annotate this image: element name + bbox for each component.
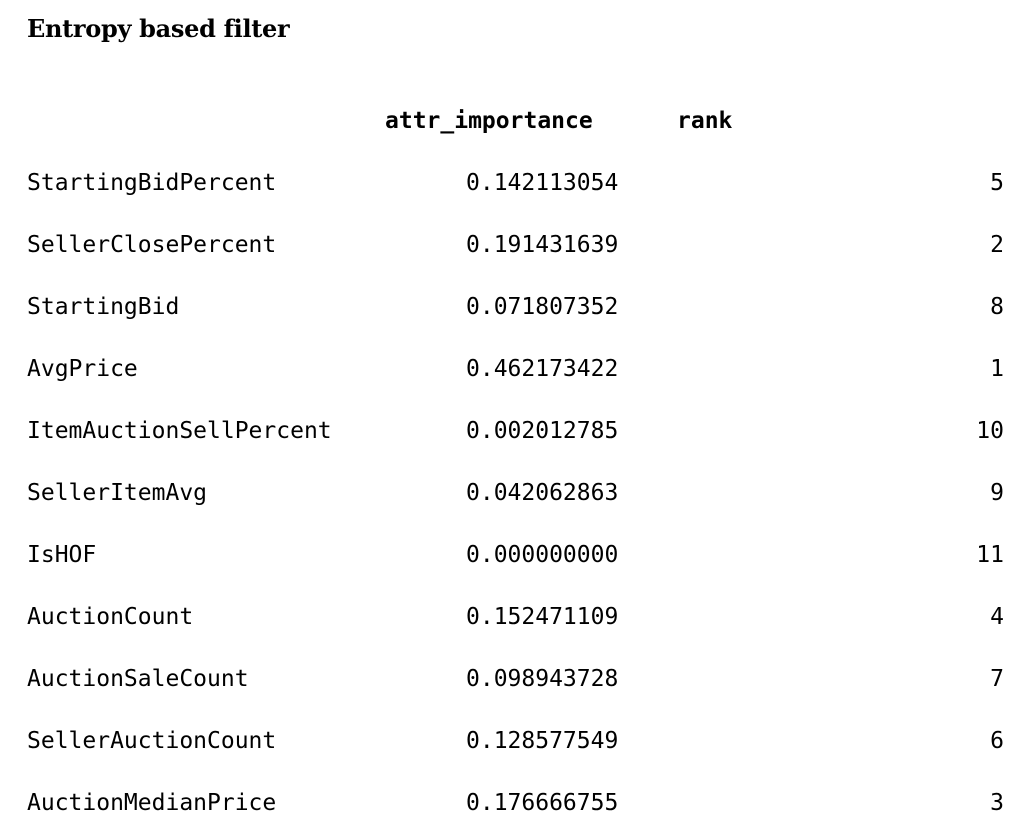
attr-importance-value: 0.042062863 [466,480,619,506]
attribute-name: IsHOF [27,542,97,568]
table-row: StartingBidPercent 0.142113054 5 [0,170,1036,210]
table-row: ItemAuctionSellPercent 0.002012785 10 [0,418,1036,458]
table-row: AuctionMedianPrice 0.176666755 3 [0,790,1036,830]
table-row: AuctionSaleCount 0.098943728 7 [0,666,1036,706]
table-row: AvgPrice 0.462173422 1 [0,356,1036,396]
table-row: SellerItemAvg 0.042062863 9 [0,480,1036,520]
page-title: Entropy based filter [27,14,290,43]
table-row: SellerClosePercent 0.191431639 2 [0,232,1036,272]
rank-value: 1 [990,356,1004,382]
attribute-name: AuctionCount [27,604,194,630]
attr-importance-value: 0.462173422 [466,356,619,382]
attr-importance-value: 0.000000000 [466,542,619,568]
rank-value: 10 [976,418,1004,444]
column-header-rank: rank [677,108,733,134]
attribute-name: AuctionSaleCount [27,666,249,692]
rank-value: 8 [990,294,1004,320]
attribute-name: StartingBid [27,294,180,320]
attr-importance-value: 0.152471109 [466,604,619,630]
attr-importance-value: 0.176666755 [466,790,619,816]
rank-value: 9 [990,480,1004,506]
attr-importance-value: 0.128577549 [466,728,619,754]
table-row: IsHOF 0.000000000 11 [0,542,1036,582]
attribute-name: ItemAuctionSellPercent [27,418,332,444]
attribute-name: SellerAuctionCount [27,728,277,754]
rank-value: 3 [990,790,1004,816]
attr-importance-value: 0.191431639 [466,232,619,258]
rank-value: 6 [990,728,1004,754]
rank-value: 2 [990,232,1004,258]
table-row: SellerAuctionCount 0.128577549 6 [0,728,1036,768]
table-row: AuctionCount 0.152471109 4 [0,604,1036,644]
rank-value: 4 [990,604,1004,630]
attr-importance-value: 0.142113054 [466,170,619,196]
table-row: StartingBid 0.071807352 8 [0,294,1036,334]
attr-importance-value: 0.071807352 [466,294,619,320]
rank-value: 5 [990,170,1004,196]
attribute-name: SellerItemAvg [27,480,208,506]
attr-importance-value: 0.002012785 [466,418,619,444]
attribute-name: AuctionMedianPrice [27,790,277,816]
attr-importance-value: 0.098943728 [466,666,619,692]
rank-value: 7 [990,666,1004,692]
rank-value: 11 [976,542,1004,568]
attribute-name: AvgPrice [27,356,138,382]
attribute-name: SellerClosePercent [27,232,277,258]
column-header-attr-importance: attr_importance [385,108,593,134]
attribute-name: StartingBidPercent [27,170,277,196]
